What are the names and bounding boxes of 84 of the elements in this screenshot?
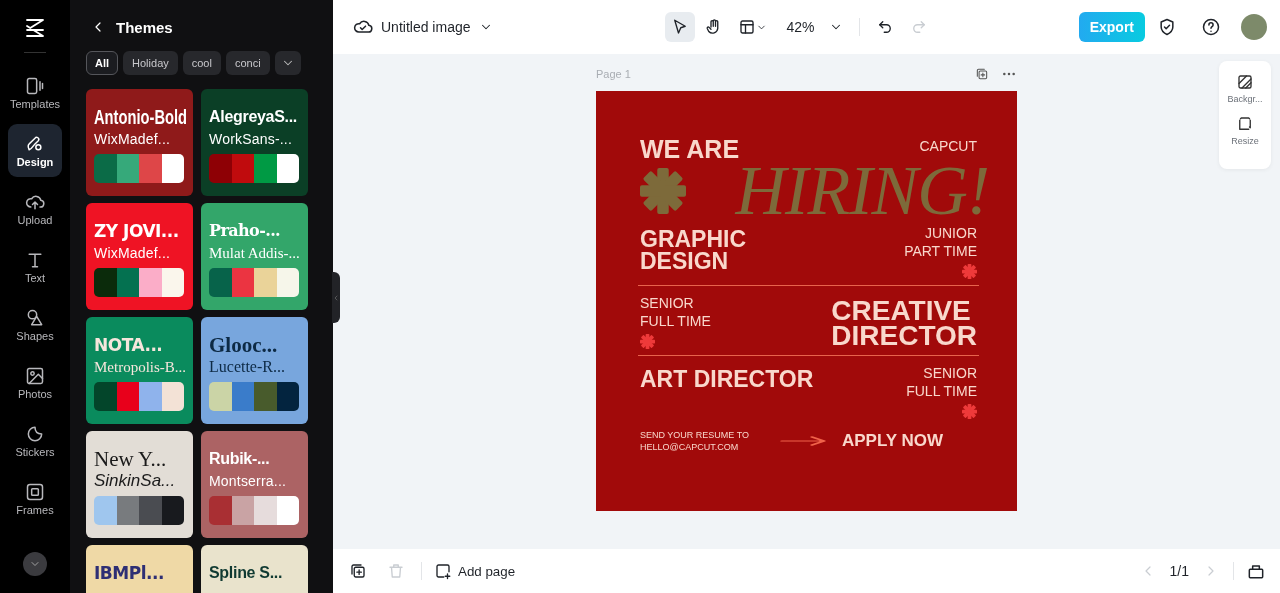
theme-subheading: Lucette-R... [209, 357, 285, 377]
filter-chip[interactable]: conci [225, 51, 270, 75]
theme-card[interactable]: Glooc... Lucette-R... [201, 317, 308, 424]
logo-icon [23, 16, 47, 40]
nav-item[interactable]: Upload [8, 182, 62, 235]
more-button[interactable] [23, 552, 47, 576]
hatched-square-icon [1236, 73, 1254, 91]
nav-item[interactable]: Frames [8, 472, 62, 525]
panel-collapse-handle[interactable] [332, 272, 340, 323]
theme-heading: NOTA... [94, 334, 163, 357]
nav-item[interactable]: Text [8, 240, 62, 293]
filter-dropdown-button[interactable] [274, 51, 301, 75]
theme-heading: Antonio-Bold [94, 105, 188, 129]
trash-icon [387, 562, 405, 580]
theme-card[interactable]: IBMPl... [86, 545, 193, 593]
apply-now-text: APPLY NOW [842, 431, 944, 451]
theme-subheading: WixMadef... [94, 244, 171, 263]
asterisk-icon [962, 264, 977, 279]
brand-text: CAPCUT [919, 138, 977, 154]
avatar[interactable] [1241, 14, 1267, 40]
add-page-button[interactable]: Add page [434, 562, 516, 580]
nav-item[interactable]: Templates [8, 66, 62, 119]
shapes-icon [25, 307, 45, 328]
theme-subheading: WorkSans-... [209, 130, 293, 149]
page-label: Page 1 [596, 68, 631, 80]
job-title: GRAPHIC DESIGN [640, 228, 747, 272]
theme-card[interactable]: AlegreyaS... WorkSans-... [201, 89, 308, 196]
filter-chip[interactable]: Holiday [123, 51, 178, 75]
intro-text: WE ARE [640, 136, 740, 162]
theme-subheading: Montserra... [209, 472, 287, 491]
theme-heading: New Y... [94, 447, 167, 471]
theme-heading: AlegreyaS... [209, 107, 297, 127]
theme-subheading: WixMadef... [94, 130, 171, 149]
duplicate-icon [975, 67, 989, 81]
background-button[interactable]: Backgr... [1227, 73, 1263, 104]
job-title: CREATIVE DIRECTOR [831, 298, 977, 348]
theme-subheading: Metropolis-B... [94, 358, 187, 377]
help-button[interactable] [1201, 17, 1221, 37]
job-title: ART DIRECTOR [640, 368, 814, 390]
job-details: SENIOR FULL TIME [640, 294, 711, 330]
zoom-dropdown[interactable]: 42% [786, 19, 843, 35]
theme-card[interactable]: Antonio-Bold WixMadef... [86, 89, 193, 196]
page-counter: 1/1 [1169, 563, 1189, 579]
image-icon [25, 365, 45, 386]
theme-card[interactable]: ZY JOVI... WixMadef... [86, 203, 193, 310]
asterisk-icon [640, 334, 655, 349]
theme-card[interactable]: NOTA... Metropolis-B... [86, 317, 193, 424]
headline: HIRING! [735, 162, 989, 220]
filter-chip[interactable]: All [86, 51, 119, 75]
phone-icon [25, 75, 45, 96]
theme-heading: Praho-... [209, 220, 281, 242]
resize-button[interactable]: Resize [1231, 115, 1259, 146]
theme-heading: Glooc... [209, 333, 278, 357]
theme-subheading: SinkinSa... [94, 471, 176, 491]
help-icon [1201, 17, 1221, 37]
filter-chip[interactable]: cool [182, 51, 221, 75]
frame-icon [25, 481, 45, 502]
panel-title: Themes [116, 18, 173, 36]
duplicate-icon [349, 562, 367, 580]
theme-heading: Rubik-... [209, 449, 270, 469]
theme-heading: IBMPl... [94, 562, 164, 585]
pointer-tool-button[interactable] [664, 12, 695, 42]
nav-item[interactable]: Photos [8, 356, 62, 409]
nav-item[interactable]: Design [8, 124, 62, 177]
theme-card[interactable]: Rubik-... Montserra... [201, 431, 308, 538]
add-page-icon [434, 562, 452, 580]
theme-card[interactable]: Spline S... [201, 545, 308, 593]
theme-subheading: Mulat Addis-... [209, 244, 300, 263]
nav-item[interactable]: Shapes [8, 298, 62, 351]
shield-icon [1157, 17, 1177, 37]
job-details: JUNIOR PART TIME [904, 224, 977, 260]
theme-card[interactable]: New Y... SinkinSa... [86, 431, 193, 538]
layout-icon [738, 18, 756, 36]
arrow-icon [780, 433, 828, 449]
theme-heading: Spline S... [209, 563, 283, 583]
contact-text: SEND YOUR RESUME TO HELLO@CAPCUT.COM [640, 429, 751, 453]
asterisk-icon [962, 404, 977, 419]
duplicate-page-button[interactable] [975, 67, 989, 81]
shield-button[interactable] [1157, 17, 1177, 37]
theme-heading: ZY JOVI... [94, 220, 179, 243]
job-details: SENIOR FULL TIME [906, 364, 977, 400]
chevron-left-icon [332, 293, 340, 302]
document-title-button[interactable]: Untitled image [381, 19, 493, 35]
nav-item[interactable]: Stickers [8, 414, 62, 467]
